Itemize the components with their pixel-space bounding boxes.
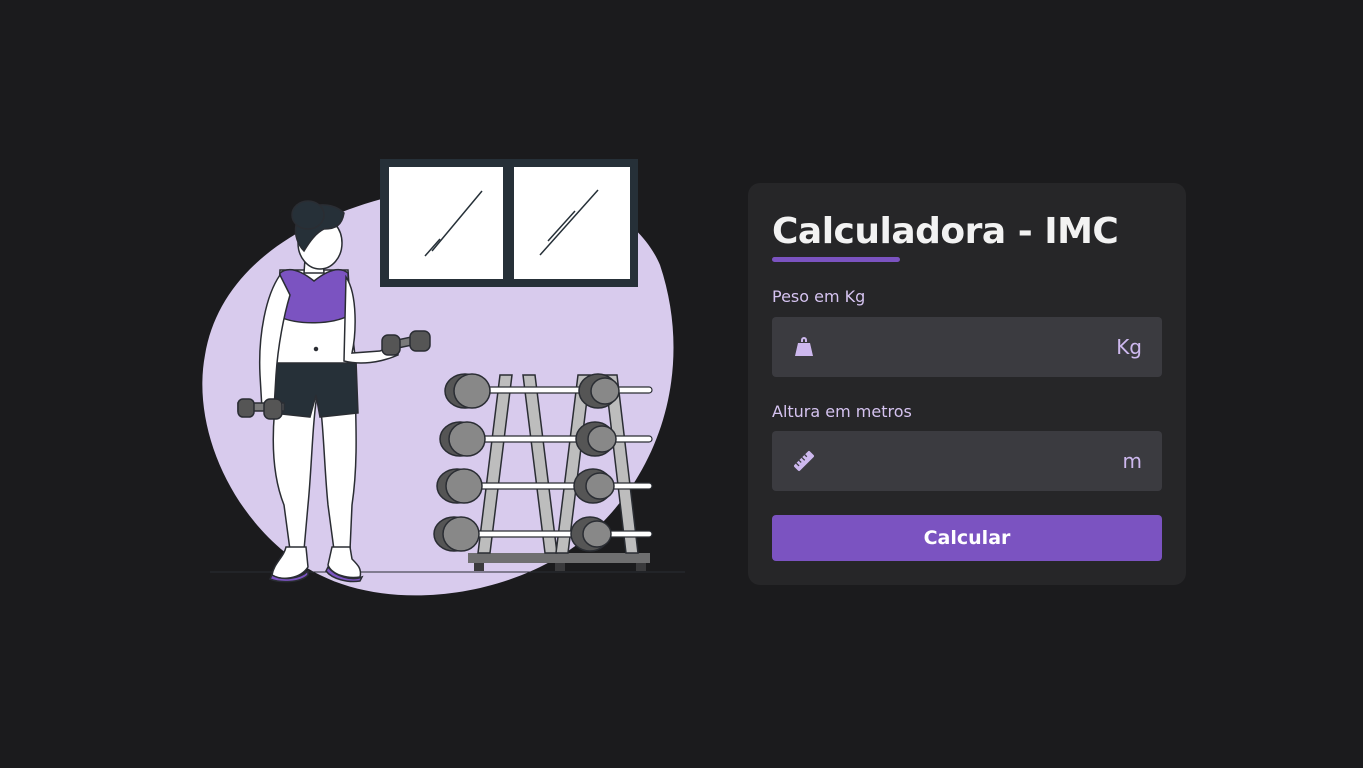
ruler-icon [794, 451, 814, 471]
page: Calculadora - IMC Peso em Kg Kg Altura e… [0, 0, 1363, 768]
fitness-illustration [202, 159, 685, 596]
height-field[interactable]: m [772, 431, 1162, 493]
title-underline [772, 257, 900, 262]
window-icon [380, 159, 638, 287]
height-label: Altura em metros [772, 402, 912, 421]
height-unit: m [1122, 449, 1142, 473]
page-title: Calculadora - IMC [772, 211, 1119, 252]
weight-unit: Kg [1116, 335, 1142, 359]
weight-label: Peso em Kg [772, 287, 866, 306]
height-input[interactable] [828, 431, 1092, 493]
weight-field[interactable]: Kg [772, 317, 1162, 379]
bmi-calculator-card: Calculadora - IMC Peso em Kg Kg Altura e… [748, 183, 1186, 585]
calculate-button[interactable]: Calcular [772, 515, 1162, 561]
weight-icon [795, 337, 813, 356]
weight-input[interactable] [828, 317, 1092, 379]
